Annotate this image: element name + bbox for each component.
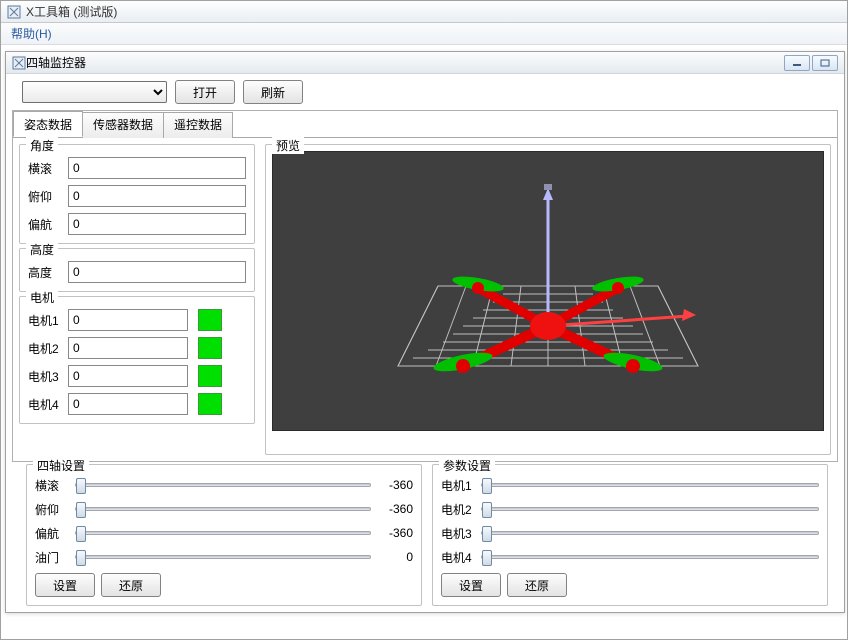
param-m1-slider[interactable] — [481, 483, 819, 487]
pitch-input[interactable] — [68, 185, 246, 207]
param-m1-label: 电机1 — [441, 477, 475, 494]
preview-group: 预览 — [265, 144, 831, 455]
motor3-status — [198, 365, 222, 387]
param-setting-group: 参数设置 电机1 电机2 电机3 电机4 设置 还原 — [432, 464, 828, 606]
inner-titlebar[interactable]: 四轴监控器 — [6, 52, 844, 74]
quad-pitch-label: 俯仰 — [35, 501, 69, 518]
inner-title: 四轴监控器 — [26, 54, 86, 71]
toolbar: 打开 刷新 — [12, 80, 838, 110]
tab-strip: 姿态数据 传感器数据 遥控数据 — [13, 111, 837, 137]
quad-roll-slider[interactable] — [75, 483, 371, 487]
outer-client: 四轴监控器 打开 刷新 姿态数据 传感器数据 遥控数据 — [1, 45, 847, 639]
yaw-input[interactable] — [68, 213, 246, 235]
motor3-label: 电机3 — [28, 368, 62, 385]
param-m4-slider[interactable] — [481, 555, 819, 559]
refresh-button[interactable]: 刷新 — [243, 80, 303, 104]
quad-yaw-slider[interactable] — [75, 531, 371, 535]
quad-yaw-value: -360 — [377, 526, 413, 540]
motor-group: 电机 电机1 电机2 电机3 电机4 — [19, 296, 255, 424]
quadcopter-3d-icon — [288, 156, 808, 426]
param-m4-label: 电机4 — [441, 549, 475, 566]
quad-setting-group: 四轴设置 横滚-360 俯仰-360 偏航-360 油门0 设置 还原 — [26, 464, 422, 606]
quad-throttle-label: 油门 — [35, 549, 69, 566]
port-combo[interactable] — [22, 81, 167, 103]
tab-attitude[interactable]: 姿态数据 — [13, 111, 83, 137]
outer-title: X工具箱 (测试版) — [26, 3, 117, 20]
tab-panel-attitude: 角度 横滚 俯仰 偏航 高度 高度 电机 电机1 — [13, 137, 837, 461]
minimize-button[interactable] — [784, 55, 810, 71]
quad-pitch-slider[interactable] — [75, 507, 371, 511]
roll-label: 横滚 — [28, 160, 62, 177]
tab-rc[interactable]: 遥控数据 — [163, 112, 233, 138]
motor4-label: 电机4 — [28, 396, 62, 413]
param-m3-slider[interactable] — [481, 531, 819, 535]
motor3-input[interactable] — [68, 365, 188, 387]
param-m2-slider[interactable] — [481, 507, 819, 511]
quad-setting-legend: 四轴设置 — [33, 457, 89, 474]
tab-container: 姿态数据 传感器数据 遥控数据 角度 横滚 俯仰 偏航 — [12, 110, 838, 462]
left-column: 角度 横滚 俯仰 偏航 高度 高度 电机 电机1 — [19, 144, 255, 455]
quad-roll-value: -360 — [377, 478, 413, 492]
altitude-input[interactable] — [68, 261, 246, 283]
motor1-label: 电机1 — [28, 312, 62, 329]
quad-yaw-label: 偏航 — [35, 525, 69, 542]
altitude-legend: 高度 — [26, 241, 58, 258]
inner-app-icon — [12, 56, 26, 70]
quad-pitch-value: -360 — [377, 502, 413, 516]
bottom-panels: 四轴设置 横滚-360 俯仰-360 偏航-360 油门0 设置 还原 参数设置… — [12, 462, 838, 612]
motor4-status — [198, 393, 222, 415]
quad-roll-label: 横滚 — [35, 477, 69, 494]
roll-input[interactable] — [68, 157, 246, 179]
outer-window: X工具箱 (测试版) 帮助(H) 四轴监控器 打开 刷新 — [0, 0, 848, 640]
pitch-label: 俯仰 — [28, 188, 62, 205]
param-m2-label: 电机2 — [441, 501, 475, 518]
motor1-status — [198, 309, 222, 331]
param-set-button[interactable]: 设置 — [441, 573, 501, 597]
param-m3-label: 电机3 — [441, 525, 475, 542]
open-button[interactable]: 打开 — [175, 80, 235, 104]
menubar: 帮助(H) — [1, 23, 847, 45]
outer-titlebar[interactable]: X工具箱 (测试版) — [1, 1, 847, 23]
altitude-label: 高度 — [28, 264, 62, 281]
altitude-group: 高度 高度 — [19, 248, 255, 292]
inner-body: 打开 刷新 姿态数据 传感器数据 遥控数据 角度 横滚 — [6, 74, 844, 612]
preview-canvas[interactable] — [272, 151, 824, 431]
inner-window: 四轴监控器 打开 刷新 姿态数据 传感器数据 遥控数据 — [5, 51, 845, 613]
param-setting-legend: 参数设置 — [439, 457, 495, 474]
yaw-label: 偏航 — [28, 216, 62, 233]
motor4-input[interactable] — [68, 393, 188, 415]
motor1-input[interactable] — [68, 309, 188, 331]
angle-legend: 角度 — [26, 137, 58, 154]
quad-set-button[interactable]: 设置 — [35, 573, 95, 597]
menu-help[interactable]: 帮助(H) — [7, 23, 56, 44]
tab-sensor[interactable]: 传感器数据 — [82, 112, 164, 138]
angle-group: 角度 横滚 俯仰 偏航 — [19, 144, 255, 244]
motor2-label: 电机2 — [28, 340, 62, 357]
motor-legend: 电机 — [26, 289, 58, 306]
quad-throttle-slider[interactable] — [75, 555, 371, 559]
app-icon — [7, 5, 21, 19]
motor2-input[interactable] — [68, 337, 188, 359]
quad-reset-button[interactable]: 还原 — [101, 573, 161, 597]
maximize-button[interactable] — [812, 55, 838, 71]
motor2-status — [198, 337, 222, 359]
quad-throttle-value: 0 — [377, 550, 413, 564]
preview-legend: 预览 — [272, 137, 304, 154]
param-reset-button[interactable]: 还原 — [507, 573, 567, 597]
